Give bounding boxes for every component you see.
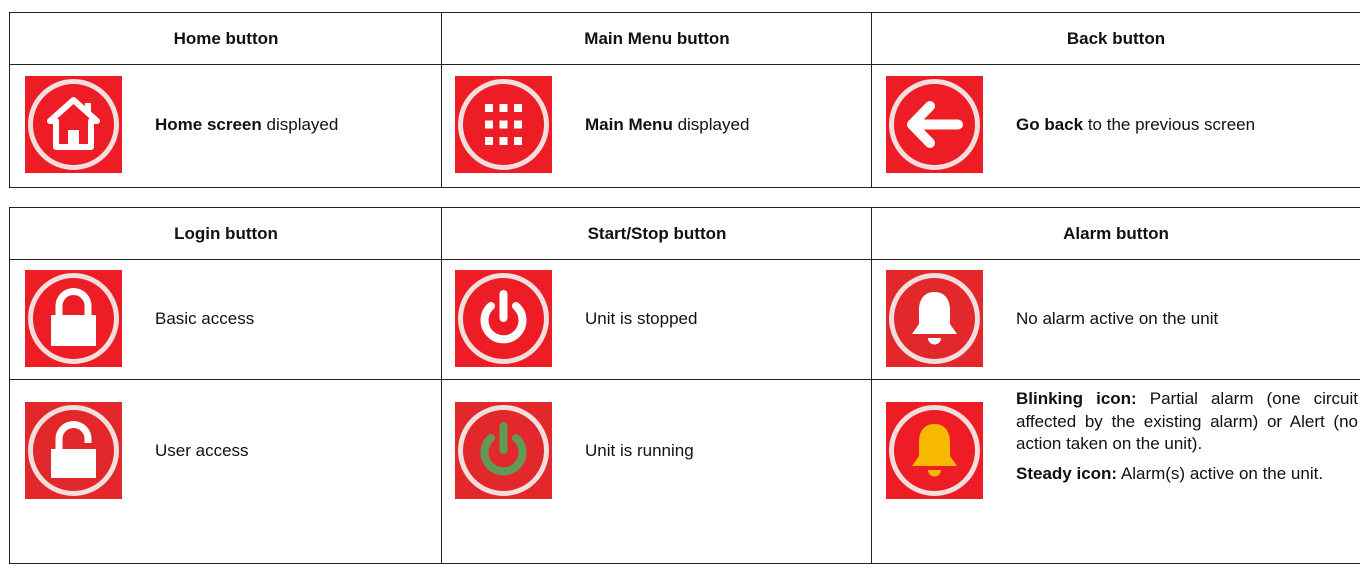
no-alarm-description: No alarm active on the unit (1016, 309, 1219, 328)
divider (441, 13, 442, 187)
header-start-stop-button: Start/Stop button (587, 223, 727, 243)
status-buttons-table: Login button Start/Stop button Alarm but… (9, 207, 1360, 564)
divider (871, 208, 872, 563)
steady-icon-text: Alarm(s) active on the unit. (1117, 463, 1324, 483)
home-description-bold: Home screen (155, 115, 262, 134)
lock-open-icon (25, 402, 122, 499)
bell-white-icon (886, 270, 983, 367)
home-icon (25, 76, 122, 173)
blinking-icon-label: Blinking icon: (1016, 389, 1137, 408)
divider (871, 13, 872, 187)
unit-running-description: Unit is running (585, 441, 694, 460)
steady-icon-paragraph: Steady icon: Alarm(s) active on the unit… (1016, 463, 1358, 486)
arrow-left-icon (886, 76, 983, 173)
header-back-button: Back button (1066, 28, 1166, 48)
login-basic-description: Basic access (155, 309, 255, 328)
home-description: Home screen displayed (155, 76, 338, 173)
power-green-icon (455, 402, 552, 499)
blinking-icon-paragraph: Blinking icon: Partial alarm (one circui… (1016, 388, 1358, 456)
back-description: Go back to the previous screen (1016, 76, 1255, 173)
steady-icon-label: Steady icon: (1016, 463, 1118, 483)
unit-stopped-description: Unit is stopped (585, 309, 698, 328)
home-description-text: displayed (261, 115, 339, 134)
divider (10, 259, 1360, 260)
navigation-buttons-table: Home button Main Menu button Back button… (9, 12, 1360, 188)
grid-menu-icon (455, 76, 552, 173)
login-user-description: User access (155, 441, 249, 460)
header-home-button: Home button (173, 28, 279, 48)
main-menu-description-bold: Main Menu (585, 115, 673, 134)
divider (10, 379, 1360, 380)
lock-closed-icon (25, 270, 122, 367)
header-alarm-button: Alarm button (1063, 223, 1169, 243)
main-menu-description-text: displayed (672, 115, 750, 134)
divider (10, 64, 1360, 65)
header-login-button: Login button (174, 223, 278, 243)
power-icon (455, 270, 552, 367)
bell-amber-icon (886, 402, 983, 499)
divider (441, 208, 442, 563)
header-main-menu-button: Main Menu button (584, 28, 730, 48)
back-description-text: to the previous screen (1083, 115, 1256, 134)
table-header-row: Home button Main Menu button Back button (10, 13, 1360, 64)
alarm-active-description: Blinking icon: Partial alarm (one circui… (1016, 388, 1358, 485)
table-header-row: Login button Start/Stop button Alarm but… (10, 208, 1360, 259)
back-description-bold: Go back (1016, 115, 1084, 134)
main-menu-description: Main Menu displayed (585, 76, 749, 173)
